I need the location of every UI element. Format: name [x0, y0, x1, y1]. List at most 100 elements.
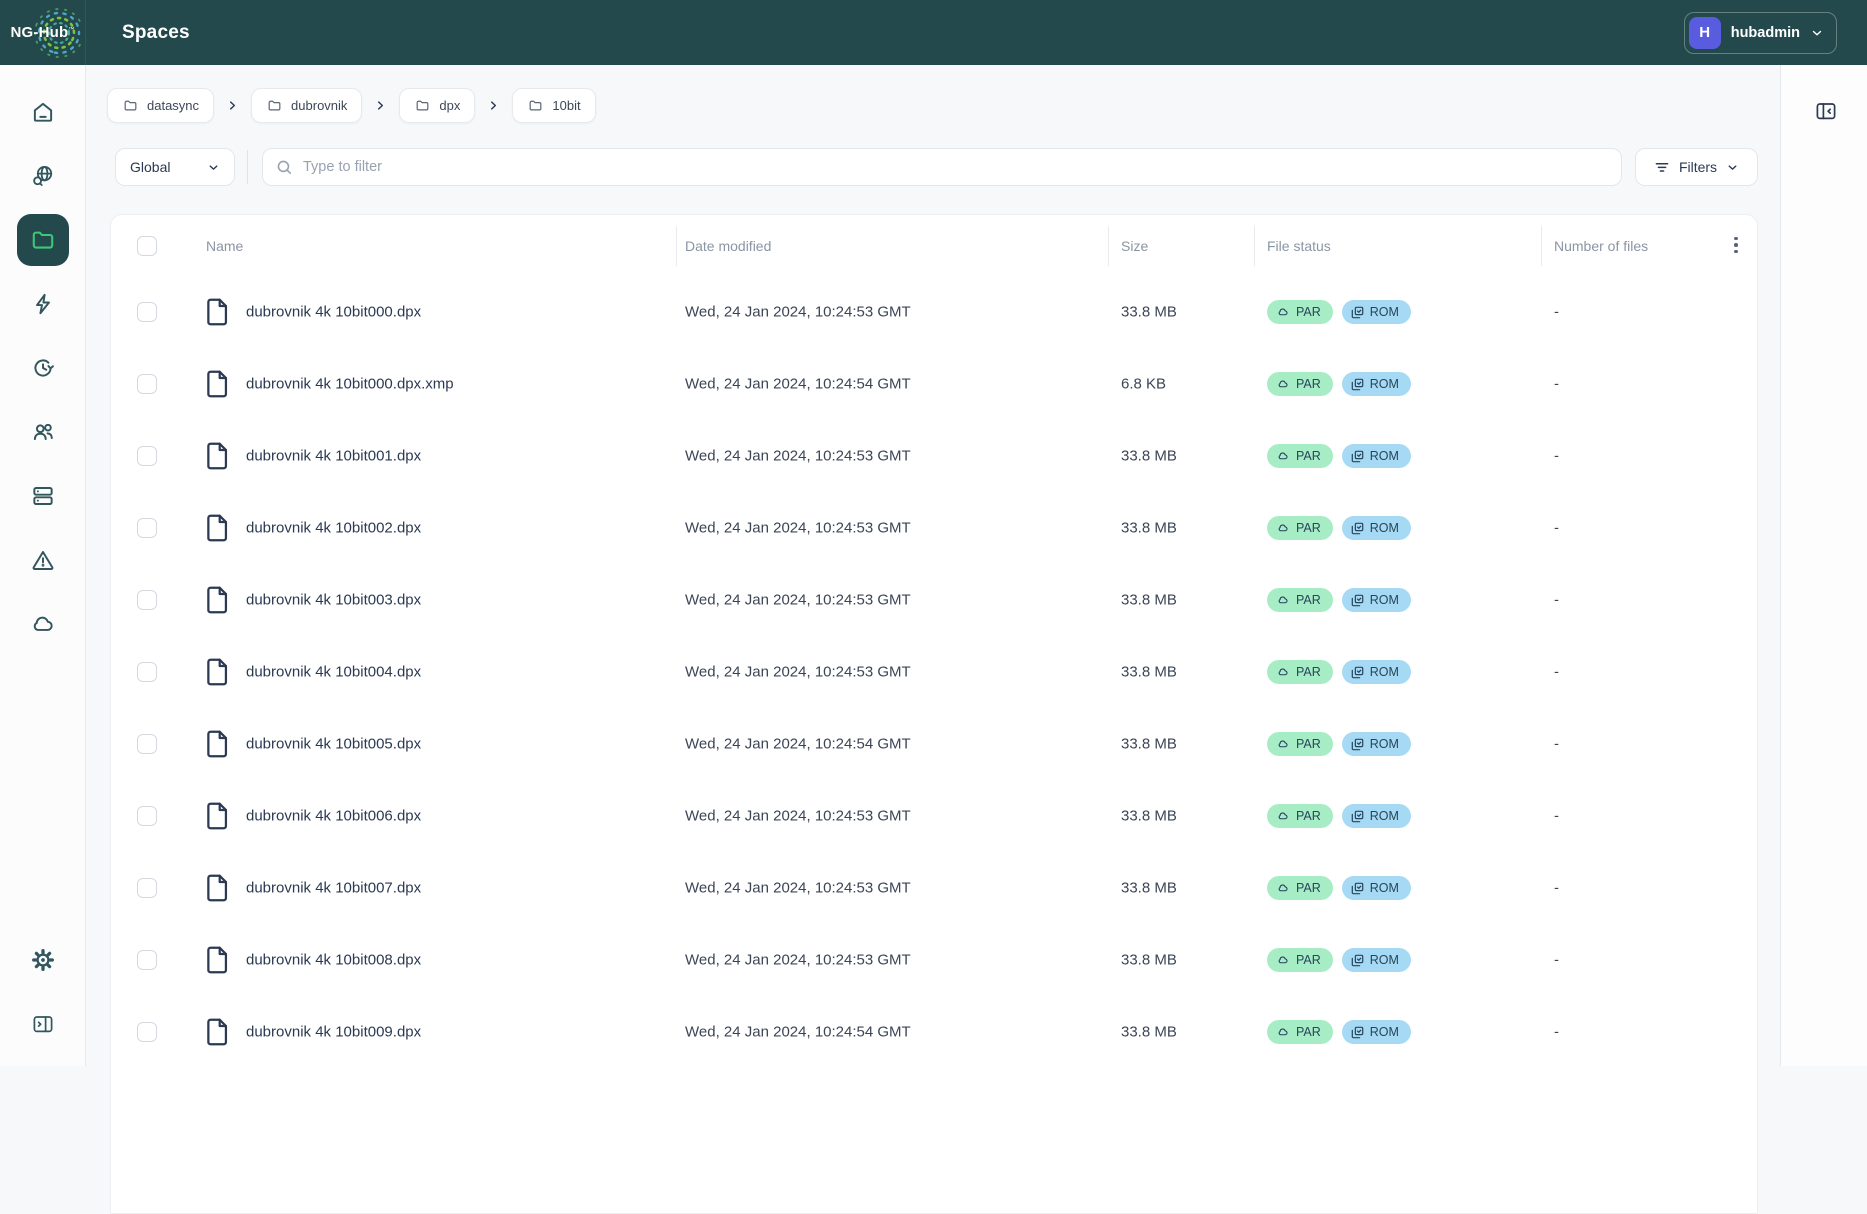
table-options-menu[interactable]	[1727, 231, 1745, 259]
file-status-badges: PAR ROM	[1267, 588, 1411, 612]
status-badge-par: PAR	[1267, 732, 1333, 756]
file-size: 33.8 MB	[1121, 448, 1177, 465]
status-badge-par: PAR	[1267, 660, 1333, 684]
app-logo[interactable]: NG-Hub™	[0, 0, 86, 65]
copy-icon	[1351, 522, 1364, 535]
sidebar-item-discover[interactable]	[17, 150, 69, 202]
table-row[interactable]: dubrovnik 4k 10bit000.dpx Wed, 24 Jan 20…	[111, 276, 1757, 348]
sidebar-item-activity[interactable]	[17, 278, 69, 330]
table-row[interactable]: dubrovnik 4k 10bit008.dpx Wed, 24 Jan 20…	[111, 924, 1757, 996]
table-row[interactable]: dubrovnik 4k 10bit003.dpx Wed, 24 Jan 20…	[111, 564, 1757, 636]
file-icon	[205, 369, 231, 399]
table-row[interactable]: dubrovnik 4k 10bit005.dpx Wed, 24 Jan 20…	[111, 708, 1757, 780]
folder-icon	[266, 98, 283, 113]
sidebar-item-users[interactable]	[17, 406, 69, 458]
row-checkbox[interactable]	[137, 950, 157, 970]
cloud-icon	[1276, 522, 1290, 534]
file-date-modified: Wed, 24 Jan 2024, 10:24:53 GMT	[685, 520, 911, 537]
row-checkbox[interactable]	[137, 446, 157, 466]
table-row[interactable]: dubrovnik 4k 10bit000.dpx.xmp Wed, 24 Ja…	[111, 348, 1757, 420]
file-icon	[205, 873, 231, 903]
scope-dropdown-value: Global	[130, 159, 170, 175]
file-date-modified: Wed, 24 Jan 2024, 10:24:53 GMT	[685, 952, 911, 969]
status-badge-par: PAR	[1267, 588, 1333, 612]
status-badge-rom: ROM	[1342, 516, 1411, 540]
file-size: 33.8 MB	[1121, 1024, 1177, 1041]
sidebar-expand-icon	[31, 1012, 55, 1036]
file-name: dubrovnik 4k 10bit009.dpx	[246, 1024, 421, 1041]
top-bar: NG-Hub™ Spaces H hubadmin	[0, 0, 1867, 65]
table-row[interactable]: dubrovnik 4k 10bit001.dpx Wed, 24 Jan 20…	[111, 420, 1757, 492]
file-date-modified: Wed, 24 Jan 2024, 10:24:53 GMT	[685, 304, 911, 321]
copy-icon	[1351, 882, 1364, 895]
cloud-icon	[1276, 1026, 1290, 1038]
sidebar-expand-button[interactable]	[17, 998, 69, 1050]
breadcrumb-item-10bit[interactable]: 10bit	[512, 88, 595, 123]
file-size: 6.8 KB	[1121, 376, 1166, 393]
status-badge-par: PAR	[1267, 444, 1333, 468]
panel-collapse-button[interactable]	[1814, 99, 1838, 123]
breadcrumb-item-dpx[interactable]: dpx	[399, 88, 475, 123]
status-badge-par: PAR	[1267, 516, 1333, 540]
row-checkbox[interactable]	[137, 374, 157, 394]
sidebar-item-home[interactable]	[17, 86, 69, 138]
file-icon	[205, 297, 231, 327]
file-count: -	[1554, 736, 1559, 753]
breadcrumb-label: datasync	[147, 98, 199, 113]
scope-dropdown[interactable]: Global	[115, 148, 235, 186]
file-icon	[205, 1017, 231, 1047]
breadcrumb-item-dubrovnik[interactable]: dubrovnik	[251, 88, 362, 123]
user-menu-button[interactable]: H hubadmin	[1684, 12, 1837, 54]
status-badge-par: PAR	[1267, 948, 1333, 972]
row-checkbox[interactable]	[137, 662, 157, 682]
breadcrumb: datasync dubrovnik dpx 10bit	[107, 88, 596, 123]
file-size: 33.8 MB	[1121, 808, 1177, 825]
file-count: -	[1554, 952, 1559, 969]
status-badge-rom: ROM	[1342, 300, 1411, 324]
filter-lines-icon	[1654, 159, 1670, 175]
row-checkbox[interactable]	[137, 734, 157, 754]
column-header-status: File status	[1267, 238, 1331, 254]
table-row[interactable]: dubrovnik 4k 10bit004.dpx Wed, 24 Jan 20…	[111, 636, 1757, 708]
file-name: dubrovnik 4k 10bit004.dpx	[246, 664, 421, 681]
file-date-modified: Wed, 24 Jan 2024, 10:24:54 GMT	[685, 376, 911, 393]
filter-search-input[interactable]	[303, 159, 1608, 175]
breadcrumb-label: 10bit	[552, 98, 580, 113]
row-checkbox[interactable]	[137, 806, 157, 826]
table-row[interactable]: dubrovnik 4k 10bit009.dpx Wed, 24 Jan 20…	[111, 996, 1757, 1068]
chevron-right-icon	[227, 100, 238, 111]
file-date-modified: Wed, 24 Jan 2024, 10:24:54 GMT	[685, 1024, 911, 1041]
select-all-checkbox[interactable]	[137, 236, 157, 256]
sidebar-item-alerts[interactable]	[17, 534, 69, 586]
chevron-down-icon	[1726, 161, 1739, 174]
row-checkbox[interactable]	[137, 518, 157, 538]
table-header-row: Name Date modified Size File status Numb…	[111, 215, 1757, 276]
table-row[interactable]: dubrovnik 4k 10bit007.dpx Wed, 24 Jan 20…	[111, 852, 1757, 924]
row-checkbox[interactable]	[137, 1022, 157, 1042]
file-count: -	[1554, 592, 1559, 609]
sidebar-item-spaces[interactable]	[17, 214, 69, 266]
breadcrumb-item-datasync[interactable]: datasync	[107, 88, 214, 123]
status-badge-par: PAR	[1267, 300, 1333, 324]
table-row[interactable]: dubrovnik 4k 10bit002.dpx Wed, 24 Jan 20…	[111, 492, 1757, 564]
copy-icon	[1351, 954, 1364, 967]
filters-button[interactable]: Filters	[1635, 148, 1758, 186]
row-checkbox[interactable]	[137, 878, 157, 898]
table-row[interactable]: dubrovnik 4k 10bit006.dpx Wed, 24 Jan 20…	[111, 780, 1757, 852]
row-checkbox[interactable]	[137, 590, 157, 610]
row-checkbox[interactable]	[137, 302, 157, 322]
file-status-badges: PAR ROM	[1267, 372, 1411, 396]
file-status-badges: PAR ROM	[1267, 444, 1411, 468]
copy-icon	[1351, 594, 1364, 607]
sidebar-item-history[interactable]	[17, 342, 69, 394]
file-icon	[205, 441, 231, 471]
sidebar-item-cloud[interactable]	[17, 598, 69, 650]
sidebar-item-storage[interactable]	[17, 470, 69, 522]
sidebar-item-settings[interactable]	[17, 934, 69, 986]
status-badge-rom: ROM	[1342, 660, 1411, 684]
file-name: dubrovnik 4k 10bit008.dpx	[246, 952, 421, 969]
file-size: 33.8 MB	[1121, 736, 1177, 753]
status-badge-rom: ROM	[1342, 948, 1411, 972]
cloud-icon	[1276, 450, 1290, 462]
chevron-right-icon	[488, 100, 499, 111]
